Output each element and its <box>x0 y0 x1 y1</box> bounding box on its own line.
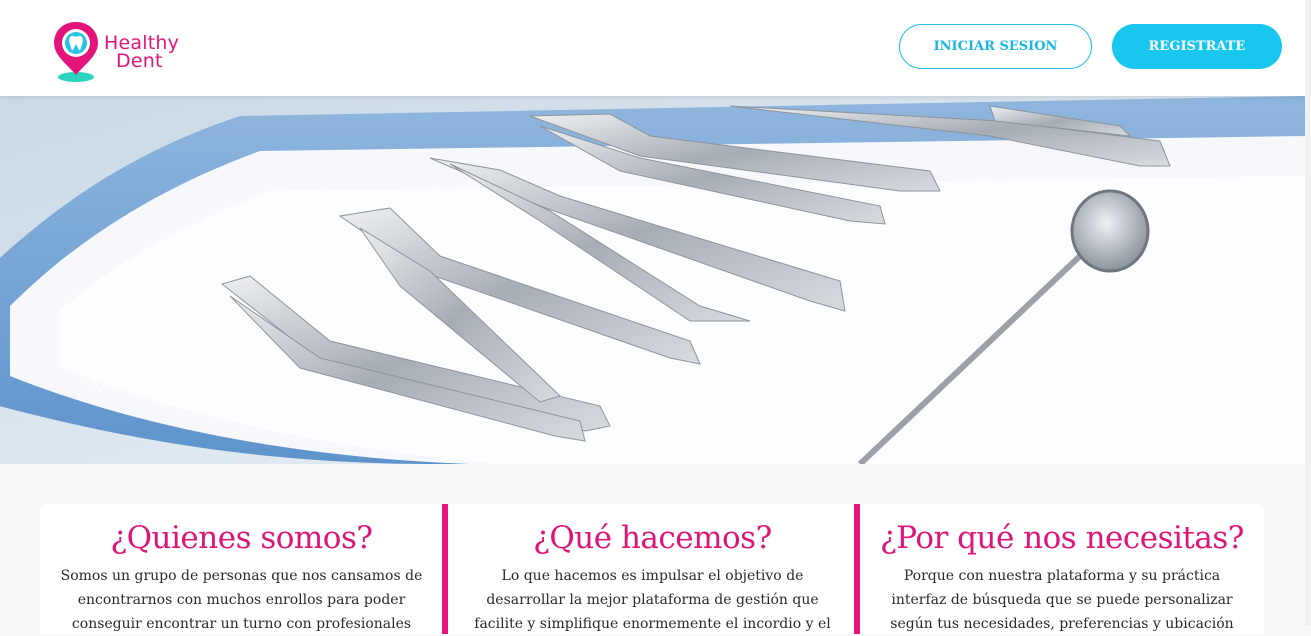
site-header: Healthy Dent INICIAR SESION REGISTRATE <box>0 0 1305 96</box>
card-que-hacemos: ¿Qué hacemos? Lo que hacemos es impulsar… <box>442 504 857 634</box>
card-quienes-somos: ¿Quienes somos? Somos un grupo de person… <box>40 504 443 634</box>
card-por-que-nos-necesitas: ¿Por qué nos necesitas? Porque con nuest… <box>854 504 1264 634</box>
card-text: Lo que hacemos es impulsar el objetivo d… <box>474 568 831 632</box>
card-title: ¿Qué hacemos? <box>533 520 772 556</box>
logo-line-2: Dent <box>116 50 163 72</box>
tooth-pin-icon <box>54 22 98 82</box>
info-cards: ¿Quienes somos? Somos un grupo de person… <box>40 504 1264 634</box>
chevron-left-icon[interactable] <box>86 366 110 396</box>
dental-instruments-image <box>0 96 1305 464</box>
logo-wordmark: Healthy Dent <box>104 34 179 72</box>
login-button[interactable]: INICIAR SESION <box>899 24 1092 69</box>
register-button[interactable]: REGISTRATE <box>1112 24 1282 69</box>
card-title: ¿Por qué nos necesitas? <box>880 520 1244 556</box>
hero-carousel <box>0 96 1305 464</box>
page-scrollbar[interactable] <box>1305 0 1311 625</box>
card-title: ¿Quienes somos? <box>110 520 374 556</box>
healthy-dent-logo[interactable]: Healthy Dent <box>50 18 195 84</box>
chevron-right-icon[interactable] <box>1195 366 1219 396</box>
card-text: Somos un grupo de personas que nos cansa… <box>60 568 423 632</box>
card-text: Porque con nuestra plataforma y su práct… <box>890 568 1234 632</box>
